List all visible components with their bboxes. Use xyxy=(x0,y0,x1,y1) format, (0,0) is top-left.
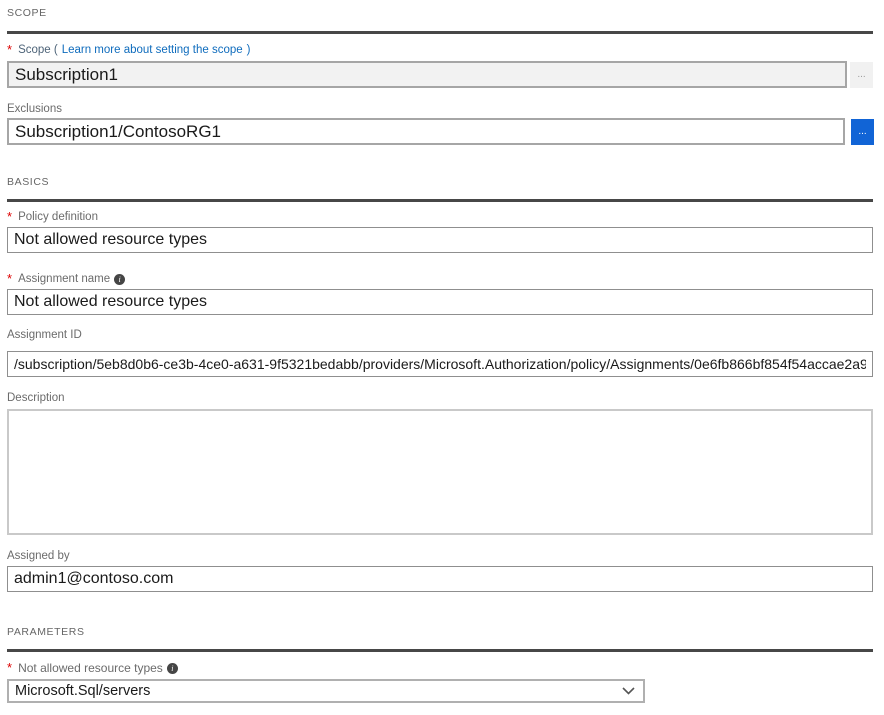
assignment-id-field-label: Assignment ID xyxy=(7,329,82,341)
description-field-label: Description xyxy=(7,392,65,404)
info-icon[interactable]: i xyxy=(167,663,178,674)
scope-browse-button[interactable]: ... xyxy=(850,62,873,88)
assigned-by-field-label: Assigned by xyxy=(7,550,70,562)
required-asterisk: * xyxy=(7,663,12,673)
required-asterisk: * xyxy=(7,212,12,222)
chevron-down-icon xyxy=(622,687,635,695)
scope-section-divider xyxy=(7,31,873,34)
assigned-by-label-text: Assigned by xyxy=(7,550,70,562)
scope-section-header: SCOPE xyxy=(7,7,47,19)
policy-assignment-form: SCOPE * Scope ( Learn more about setting t… xyxy=(0,0,884,715)
exclusions-browse-button[interactable]: ... xyxy=(851,119,874,145)
scope-label-text: Scope ( xyxy=(18,44,58,56)
basics-section-header: BASICS xyxy=(7,176,49,188)
policy-definition-label-text: Policy definition xyxy=(18,211,98,223)
assignment-name-field-label: * Assignment name i xyxy=(7,273,125,285)
parameters-section-divider xyxy=(7,649,873,652)
scope-field-label: * Scope ( Learn more about setting the sco… xyxy=(7,44,250,56)
not-allowed-resource-types-field-label: * Not allowed resource types i xyxy=(7,661,178,675)
policy-definition-input[interactable] xyxy=(7,227,873,253)
policy-definition-field-label: * Policy definition xyxy=(7,211,98,223)
assignment-id-input[interactable] xyxy=(7,351,873,377)
exclusions-field-label: Exclusions xyxy=(7,103,62,115)
required-asterisk: * xyxy=(7,45,12,55)
exclusions-input[interactable] xyxy=(7,118,845,145)
assignment-name-input[interactable] xyxy=(7,289,873,315)
selected-resource-type: Microsoft.Sql/servers xyxy=(15,683,150,699)
description-label-text: Description xyxy=(7,392,65,404)
basics-section-divider xyxy=(7,199,873,202)
required-asterisk: * xyxy=(7,274,12,284)
assignment-name-label-text: Assignment name xyxy=(18,273,110,285)
scope-input[interactable] xyxy=(7,61,847,88)
learn-more-scope-link[interactable]: Learn more about setting the scope xyxy=(62,44,243,56)
scope-label-suffix: ) xyxy=(247,44,251,56)
parameters-section-header: PARAMETERS xyxy=(7,626,85,638)
not-allowed-resource-types-label-text: Not allowed resource types xyxy=(18,661,163,675)
assignment-id-label-text: Assignment ID xyxy=(7,329,82,341)
exclusions-label-text: Exclusions xyxy=(7,103,62,115)
not-allowed-resource-types-select[interactable]: Microsoft.Sql/servers xyxy=(7,679,645,703)
description-textarea[interactable] xyxy=(7,409,873,535)
assigned-by-input[interactable] xyxy=(7,566,873,592)
info-icon[interactable]: i xyxy=(114,274,125,285)
